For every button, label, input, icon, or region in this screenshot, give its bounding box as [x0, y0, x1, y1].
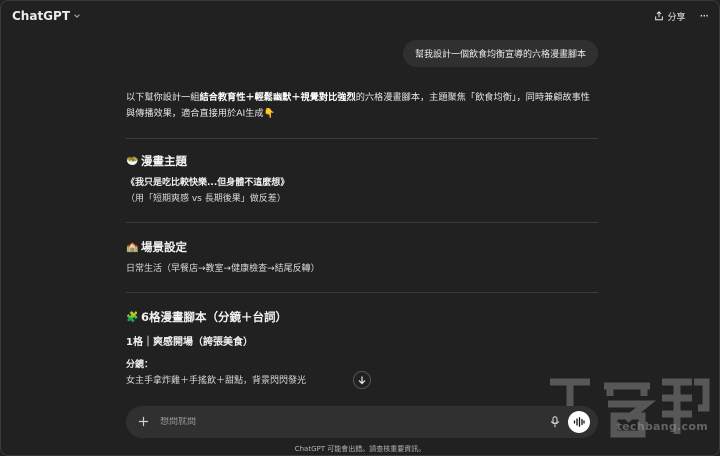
theme-title-line: 《我只是吃比較快樂...但身體不這麼想》 — [126, 178, 290, 188]
divider — [126, 138, 598, 139]
user-message-bubble: 幫我設計一個飲食均衡宣導的六格漫畫腳本 — [402, 40, 598, 67]
share-label: 分享 — [667, 12, 686, 23]
ellipsis-icon: ··· — [699, 9, 710, 23]
add-attachment-button[interactable] — [138, 413, 152, 431]
section-heading-setting: 🏫 場景設定 — [126, 239, 598, 255]
top-bar: ChatGPT 分享 ··· — [0, 0, 720, 32]
plus-icon — [138, 416, 149, 427]
model-selector[interactable]: ChatGPT — [12, 9, 81, 23]
app-title: ChatGPT — [12, 9, 71, 23]
arrow-down-icon — [358, 376, 366, 385]
divider — [126, 292, 598, 293]
assistant-message: 以下幫你設計一組結合教育性＋輕鬆幽默＋視覺對比強烈的六格漫畫腳本，主題聚焦「飲食… — [126, 90, 598, 389]
message-composer — [126, 406, 598, 438]
section-heading-script: 🧩 6格漫畫腳本（分鏡＋台詞） — [126, 309, 598, 325]
puzzle-icon: 🧩 — [126, 311, 139, 323]
school-icon: 🏫 — [126, 241, 139, 253]
theme-subtitle-line: （用「短期爽感 vs 長期後果」做反差） — [126, 194, 286, 204]
user-message-text: 幫我設計一個飲食均衡宣導的六格漫畫腳本 — [414, 50, 586, 60]
scroll-to-bottom-button[interactable] — [353, 371, 371, 389]
section-heading-theme: 🥗 漫畫主題 — [126, 153, 598, 169]
pointing-down-icon: 👇 — [263, 108, 276, 119]
salad-icon: 🥗 — [126, 155, 139, 167]
dictate-button[interactable] — [550, 416, 560, 428]
section-title: 漫畫主題 — [141, 154, 187, 168]
message-input[interactable] — [160, 417, 550, 427]
intro-bold-text: 結合教育性＋輕鬆幽默＋視覺對比強烈 — [199, 92, 356, 103]
divider — [126, 222, 598, 223]
section-title: 6格漫畫腳本（分鏡＋台詞） — [141, 310, 288, 324]
panel-title: 1格｜爽感開場（誇張美食） — [126, 337, 253, 348]
watermark-url: techbang.com — [616, 420, 708, 433]
share-icon — [654, 11, 663, 21]
setting-line: 日常生活（早餐店→教室→健康檢查→結尾反轉） — [126, 264, 320, 274]
chevron-down-icon — [74, 14, 80, 18]
assistant-intro: 以下幫你設計一組結合教育性＋輕鬆幽默＋視覺對比強烈的六格漫畫腳本，主題聚焦「飲食… — [126, 90, 598, 122]
microphone-icon — [550, 416, 560, 428]
disclaimer: ChatGPT 可能會出錯。請查核重要資訊。 — [294, 445, 426, 453]
conversation: 幫我設計一個飲食均衡宣導的六格漫畫腳本 以下幫你設計一組結合教育性＋輕鬆幽默＋視… — [0, 32, 720, 456]
intro-text-1: 以下幫你設計一組 — [126, 92, 200, 103]
section-title: 場景設定 — [141, 240, 187, 254]
voice-mode-button[interactable] — [568, 411, 590, 433]
waveform-icon — [573, 417, 585, 427]
share-button[interactable]: 分享 — [654, 10, 686, 23]
more-options-button[interactable]: ··· — [699, 9, 710, 23]
